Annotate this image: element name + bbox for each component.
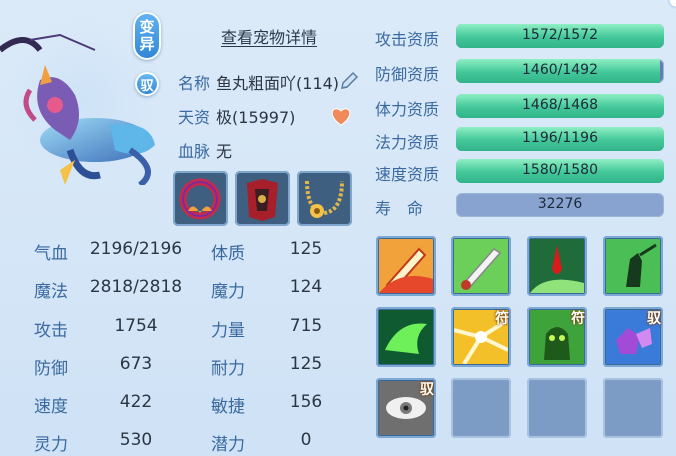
skill-slot[interactable]: 符 [527,307,587,367]
aptitude-row: 速度资质 1580/1580 [372,159,666,185]
aptitude-label: 速度资质 [375,165,440,184]
stat-value-2: 156 [289,392,323,412]
stat-label-2: 魔力 [211,282,245,302]
stat-value: 530 [119,430,153,450]
talent-value: 极(15997) [216,108,296,127]
aptitude-label: 攻击资质 [375,30,440,49]
stat-value: 2196/2196 [89,239,183,259]
stat-label-2: 潜力 [211,435,245,455]
stat-row: 魔法 2818/2818 魔力 124 [0,277,360,302]
white-sword-icon [454,239,508,293]
stat-value: 673 [119,354,153,374]
aptitude-bar: 1460/1492 [456,59,664,83]
skill-tag: 符 [495,311,509,327]
heart-icon[interactable] [330,106,352,126]
stat-value: 2818/2818 [89,277,183,297]
skill-slot[interactable] [451,236,511,296]
skill-slot[interactable]: 驭 [603,307,663,367]
rename-pencil-icon[interactable] [338,70,360,92]
lifespan-row: 寿 命 32276 [372,193,666,219]
stat-row: 速度 422 敏捷 156 [0,392,360,417]
stat-label: 灵力 [34,435,68,455]
stat-label: 魔法 [34,282,68,302]
aptitude-label: 体力资质 [375,100,440,119]
stat-value-2: 124 [289,277,323,297]
stat-value-2: 125 [289,239,323,259]
skill-slot[interactable] [376,307,436,367]
transform-button[interactable]: 变异 [133,12,161,60]
view-pet-details-link[interactable]: 查看宠物详情 [221,24,317,48]
skill-slot[interactable]: 符 [451,307,511,367]
stat-value-2: 715 [289,316,323,336]
flaming-sword-icon [379,239,433,293]
lifespan-bar: 32276 [456,193,664,217]
aptitude-value: 1580/1580 [522,162,598,178]
shadow-warrior-icon [606,239,660,293]
stat-label-2: 敏捷 [211,397,245,417]
bloodline-row: 血脉无 [178,138,232,162]
stat-label: 气血 [34,244,68,264]
name-label: 名称 [178,74,211,93]
stat-row: 攻击 1754 力量 715 [0,316,360,341]
stat-label-2: 体质 [211,244,245,264]
red-armor-icon [247,179,278,221]
talent-label: 天资 [178,108,211,127]
talent-row: 天资 极(15997) [178,104,295,128]
equipment-slot-collar[interactable] [173,171,228,226]
empty-skill-slot[interactable] [527,378,587,438]
blood-drop-icon [530,239,584,293]
transform-label: 变异 [139,18,155,53]
stat-label: 攻击 [34,321,68,341]
skill-tag: 驭 [647,311,661,327]
stat-row: 防御 673 耐力 125 [0,354,360,379]
stat-label: 速度 [34,397,68,417]
aptitude-label: 法力资质 [375,133,440,152]
aptitude-value: 1468/1468 [522,97,598,113]
name-row: 名称 鱼丸粗面吖(114) [178,70,339,94]
aptitude-row: 法力资质 1196/1196 [372,127,666,153]
aptitude-row: 防御资质 1460/1492 [372,59,666,85]
aptitude-value: 1196/1196 [522,130,598,146]
skill-tag: 符 [571,311,585,327]
ride-badge[interactable]: 驭 [135,72,159,96]
stat-label-2: 力量 [211,321,245,341]
ride-badge-label: 驭 [140,78,154,94]
empty-skill-slot[interactable] [451,378,511,438]
lifespan-value: 32276 [537,196,583,212]
skill-slot[interactable]: 驭 [376,378,436,438]
stat-value-2: 0 [300,430,312,450]
aptitude-row: 体力资质 1468/1468 [372,94,666,120]
stat-label: 防御 [34,359,68,379]
skill-slot[interactable] [527,236,587,296]
aptitude-bar: 1468/1468 [456,94,664,118]
bloodline-value: 无 [216,142,233,161]
aptitude-bar: 1580/1580 [456,159,664,183]
name-value: 鱼丸粗面吖(114) [216,74,340,93]
skill-slot[interactable] [603,236,663,296]
bloodline-label: 血脉 [178,142,211,161]
skill-slot[interactable] [376,236,436,296]
green-dragon-claw-icon [379,310,433,364]
equipment-slot-necklace[interactable] [297,171,352,226]
stat-row: 灵力 530 潜力 0 [0,430,360,455]
stat-value: 422 [119,392,153,412]
stat-value-2: 125 [289,354,323,374]
aptitude-bar: 1196/1196 [456,127,664,151]
corner-ornament [660,0,676,16]
stat-row: 气血 2196/2196 体质 125 [0,239,360,264]
aptitude-label: 防御资质 [375,65,440,84]
equipment-slot-armor[interactable] [235,171,290,226]
aptitude-value: 1460/1492 [522,62,598,78]
empty-skill-slot[interactable] [603,378,663,438]
gold-necklace-icon [305,180,344,218]
stat-value: 1754 [114,316,158,336]
aptitude-row: 攻击资质 1572/1572 [372,24,666,50]
aptitude-value: 1572/1572 [522,27,598,43]
aptitude-bar: 1572/1572 [456,24,664,48]
red-fire-collar-icon [179,178,221,220]
lifespan-label: 寿 命 [375,199,424,218]
stat-label-2: 耐力 [211,359,245,379]
skill-tag: 驭 [420,382,434,398]
